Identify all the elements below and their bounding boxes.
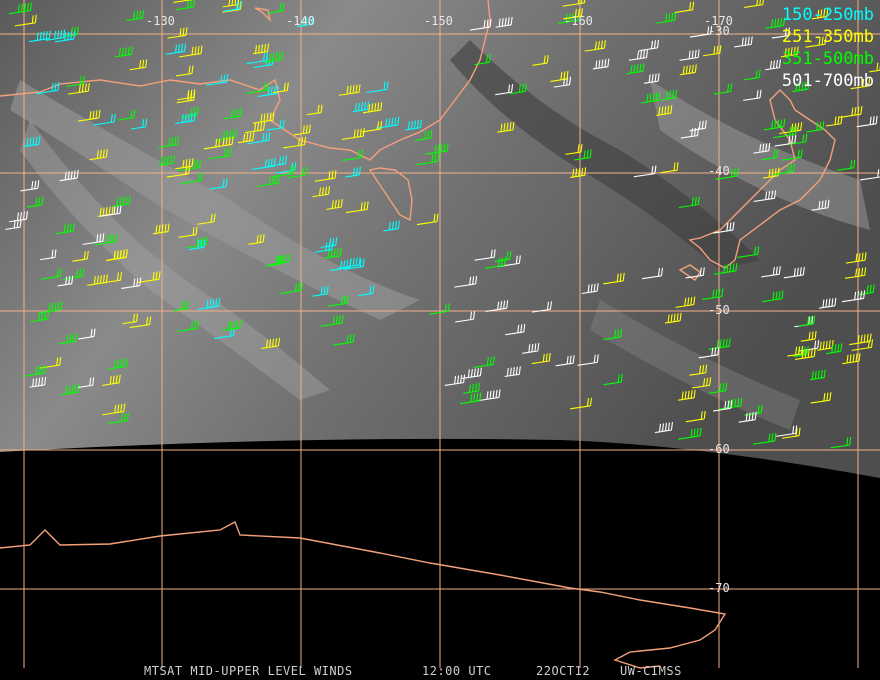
product-footer: MTSAT MID-UPPER LEVEL WINDS 12:00 UTC 22… <box>0 664 880 678</box>
latitude-label: -30 <box>708 24 730 38</box>
latitude-label: -70 <box>708 581 730 595</box>
latitude-label: -60 <box>708 442 730 456</box>
pressure-legend: 150-250mb 251-350mb 351-500mb 501-700mb <box>782 4 874 92</box>
product-time: 12:00 UTC <box>422 664 492 678</box>
latitude-label: -50 <box>708 303 730 317</box>
longitude-label: -130 <box>146 14 175 28</box>
longitude-label: -160 <box>564 14 593 28</box>
longitude-label: -150 <box>424 14 453 28</box>
legend-entry-150-250: 150-250mb <box>781 5 874 25</box>
map-canvas <box>0 0 880 669</box>
coastline <box>0 521 727 669</box>
wind-map: -130 -140 -150 -160 -170 -30 -40 -50 -60… <box>0 0 880 680</box>
product-source: UW-CIMSS <box>620 664 682 678</box>
legend-entry-351-500: 351-500mb <box>781 49 874 69</box>
legend-entry-251-350: 251-350mb <box>781 27 874 47</box>
latitude-label: -40 <box>708 164 730 178</box>
product-title: MTSAT MID-UPPER LEVEL WINDS <box>144 664 353 678</box>
product-date: 22OCT12 <box>536 664 591 678</box>
longitude-label: -140 <box>286 14 315 28</box>
legend-entry-501-700: 501-700mb <box>781 71 874 91</box>
